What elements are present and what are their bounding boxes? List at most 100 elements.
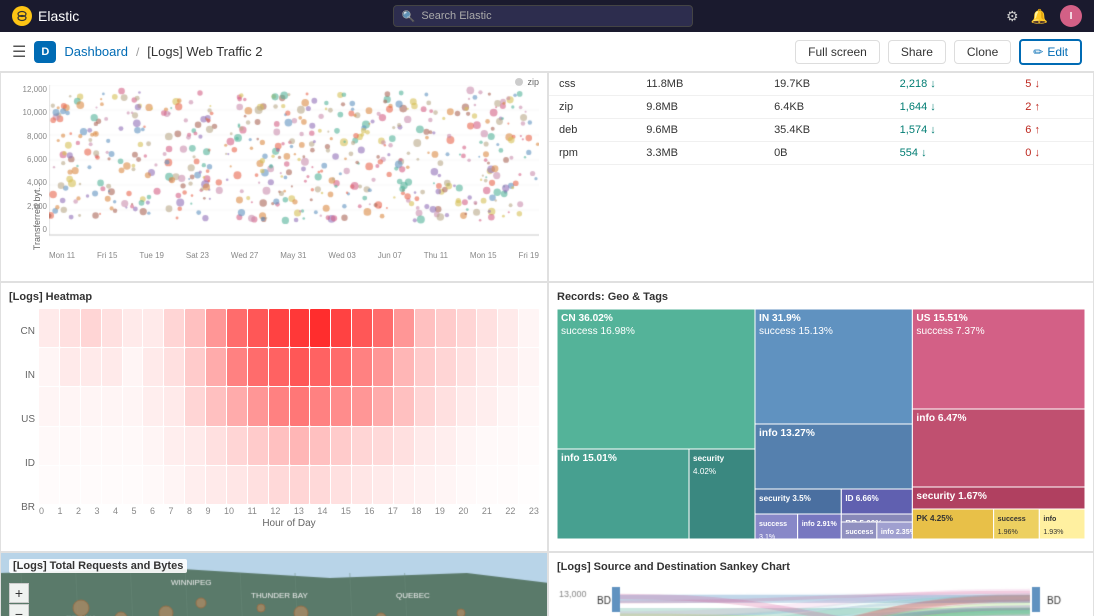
y-axis-labels: 12,000 10,000 8,000 6,000 4,000 2,000 0 <box>11 85 47 234</box>
svg-text:IN 31.9%: IN 31.9% <box>759 313 801 324</box>
heatmap-cell <box>39 427 59 465</box>
heatmap-cell <box>394 309 414 347</box>
table-cell-val1: 11.8MB <box>636 73 764 96</box>
app-title: Elastic <box>38 8 79 24</box>
heatmap-cell <box>185 387 205 425</box>
help-icon[interactable]: ⚙ <box>1006 8 1019 25</box>
table-cell-count: 554 ↓ <box>890 142 1016 165</box>
svg-text:info 15.01%: info 15.01% <box>561 453 617 464</box>
heatmap-cell <box>81 309 101 347</box>
svg-text:success 16.98%: success 16.98% <box>561 326 635 337</box>
zoom-in-button[interactable]: + <box>9 583 29 603</box>
heatmap-cell <box>477 466 497 504</box>
heatmap-cell <box>352 427 372 465</box>
breadcrumb-separator: / <box>136 45 139 59</box>
zoom-out-button[interactable]: − <box>9 604 29 616</box>
fullscreen-button[interactable]: Full screen <box>795 40 880 64</box>
heatmap-cell <box>143 309 163 347</box>
heatmap-x-label: 14 <box>317 506 327 516</box>
heatmap-x-label: 19 <box>435 506 445 516</box>
heatmap-cell <box>331 466 351 504</box>
heatmap-x-label: 7 <box>169 506 174 516</box>
heatmap-x-labels: 01234567891011121314151617181920212223 <box>39 506 539 516</box>
heatmap-cell <box>102 309 122 347</box>
heatmap-cell <box>498 466 518 504</box>
heatmap-cell <box>519 309 539 347</box>
heatmap-cell <box>290 387 310 425</box>
svg-text:success: success <box>759 521 787 528</box>
heatmap-x-label: 4 <box>113 506 118 516</box>
heatmap-cell <box>227 387 247 425</box>
heatmap-cell <box>269 387 289 425</box>
sankey-canvas <box>557 577 1094 616</box>
svg-text:success: success <box>845 529 873 536</box>
heatmap-grid <box>39 309 539 504</box>
table-cell-val1: 9.6MB <box>636 119 764 142</box>
table-row: css 11.8MB 19.7KB 2,218 ↓ 5 ↓ <box>549 73 1093 96</box>
heatmap-cell <box>457 348 477 386</box>
heatmap-cell <box>164 309 184 347</box>
table-cell-type: rpm <box>549 142 636 165</box>
heatmap-x-label: 0 <box>39 506 44 516</box>
share-button[interactable]: Share <box>888 40 946 64</box>
heatmap-cell <box>143 387 163 425</box>
table-cell-val2: 35.4KB <box>764 119 890 142</box>
heatmap-cell <box>310 348 330 386</box>
heatmap-cell <box>519 427 539 465</box>
heatmap-cell <box>415 466 435 504</box>
table-cell-val2: 6.4KB <box>764 96 890 119</box>
sankey-container <box>557 577 1085 616</box>
svg-text:success: success <box>998 516 1026 523</box>
heatmap-cell <box>248 387 268 425</box>
svg-text:3.1%: 3.1% <box>759 534 776 539</box>
table-cell-count: 1,644 ↓ <box>890 96 1016 119</box>
table-cell-delta: 2 ↑ <box>1015 96 1093 119</box>
svg-text:info 13.27%: info 13.27% <box>759 428 815 439</box>
table-cell-type: deb <box>549 119 636 142</box>
table-cell-type: zip <box>549 96 636 119</box>
heatmap-cell <box>477 348 497 386</box>
heatmap-cell <box>519 387 539 425</box>
treemap-panel: Records: Geo & Tags CN 36.02%success 16.… <box>548 282 1094 552</box>
heatmap-cell <box>206 466 226 504</box>
breadcrumb-dashboard-link[interactable]: Dashboard <box>64 44 128 59</box>
heatmap-cell <box>164 466 184 504</box>
app-logo: Elastic <box>12 6 79 26</box>
navbar: Elastic 🔍 Search Elastic ⚙ 🔔 I <box>0 0 1094 32</box>
svg-text:PK 4.25%: PK 4.25% <box>916 514 953 523</box>
treemap-title: Records: Geo & Tags <box>557 291 1085 303</box>
svg-text:info: info <box>1043 516 1057 523</box>
map-panel: [Logs] Total Requests and Bytes + − ⊕ ⊞ <box>0 552 548 616</box>
avatar[interactable]: I <box>1060 5 1082 27</box>
heatmap-container: CNINUSIDBR 01234567891011121314151617181… <box>9 309 539 529</box>
heatmap-x-label: 1 <box>58 506 63 516</box>
clone-button[interactable]: Clone <box>954 40 1011 64</box>
svg-text:1.93%: 1.93% <box>1043 529 1064 536</box>
heatmap-cell <box>498 309 518 347</box>
edit-button[interactable]: ✏ Edit <box>1019 39 1082 65</box>
elastic-icon <box>12 6 32 26</box>
heatmap-cell <box>519 466 539 504</box>
heatmap-cell <box>123 427 143 465</box>
bell-icon[interactable]: 🔔 <box>1031 8 1048 25</box>
heatmap-cell <box>457 427 477 465</box>
heatmap-cell <box>373 348 393 386</box>
heatmap-x-label: 9 <box>206 506 211 516</box>
heatmap-cell <box>352 348 372 386</box>
table-cell-val2: 0B <box>764 142 890 165</box>
search-icon: 🔍 <box>402 10 416 23</box>
table-cell-count: 1,574 ↓ <box>890 119 1016 142</box>
heatmap-cell <box>102 387 122 425</box>
svg-text:info 2.91%: info 2.91% <box>802 521 838 528</box>
treemap-svg: CN 36.02%success 16.98%info 15.01%securi… <box>557 309 1085 539</box>
table-cell-delta: 5 ↓ <box>1015 73 1093 96</box>
heatmap-cell <box>60 348 80 386</box>
hamburger-menu[interactable]: ☰ <box>12 42 26 62</box>
svg-text:security 3.5%: security 3.5% <box>759 494 811 503</box>
heatmap-x-label: 22 <box>505 506 515 516</box>
data-table: css 11.8MB 19.7KB 2,218 ↓ 5 ↓ zip 9.8MB … <box>549 73 1093 165</box>
heatmap-cell <box>60 309 80 347</box>
main-content: zip Transferred byt... 12,000 10,000 8,0… <box>0 72 1094 616</box>
heatmap-cell <box>331 427 351 465</box>
search-bar[interactable]: 🔍 Search Elastic <box>393 5 693 27</box>
